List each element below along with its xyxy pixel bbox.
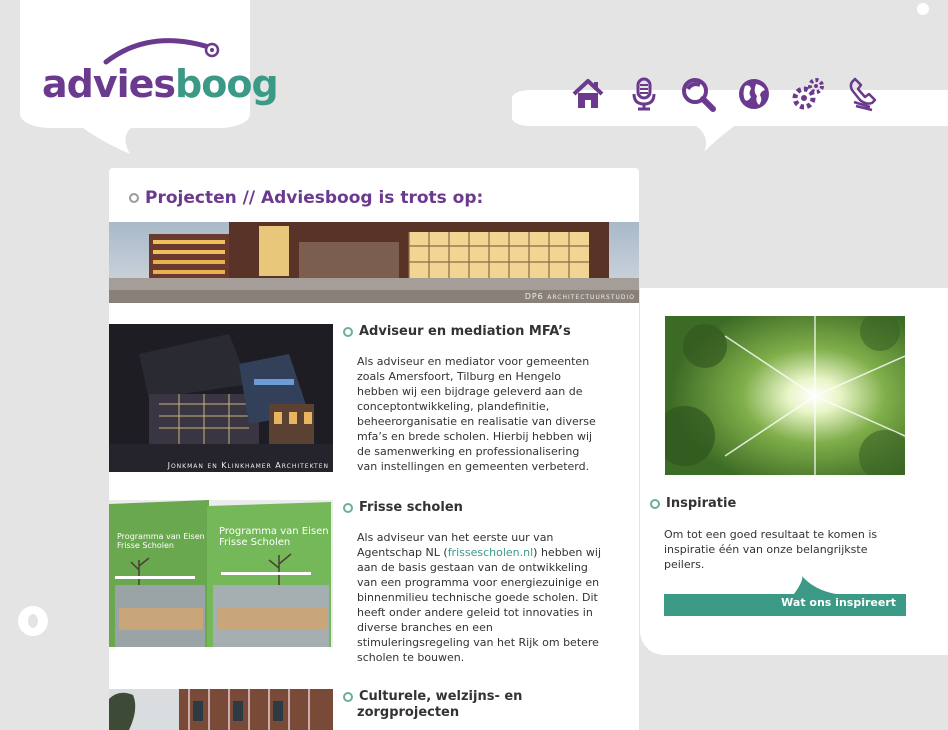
bullet-icon — [343, 326, 353, 337]
cover-title-line2: Frisse Scholen — [219, 537, 291, 548]
globe-icon[interactable] — [736, 76, 772, 112]
banner-credit: DP6 architectuurstudio — [524, 292, 635, 301]
logo-text-boog: boog — [175, 62, 279, 106]
inspiratie-title[interactable]: Inspiratie — [650, 496, 736, 511]
gears-icon[interactable] — [790, 76, 826, 112]
page-title-text: Projecten // Adviesboog is trots op: — [145, 188, 484, 208]
project-description-mfa: Als adviseur en mediator voor gemeenten … — [357, 355, 596, 473]
nav-bubble-tail — [690, 122, 740, 152]
project-title-text: zorgprojecten — [357, 705, 460, 720]
bullet-icon — [650, 498, 660, 509]
project-image-culturele — [109, 689, 333, 730]
search-icon[interactable] — [680, 76, 716, 112]
project-title-text: Frisse scholen — [359, 500, 463, 515]
project-description-frisse-scholen: Als adviseur van het eerste uur van Agen… — [357, 530, 602, 665]
cover-title-line2: Frisse Scholen — [117, 541, 174, 550]
frissescholen-link[interactable]: frissescholen.nl — [448, 546, 533, 559]
logo[interactable]: adviesboog — [42, 62, 279, 106]
inspiratie-title-text: Inspiratie — [666, 496, 737, 511]
cover-title-line1: Programma van Eisen — [117, 532, 205, 541]
project-title-text: Culturele, welzijns- en — [359, 689, 523, 704]
project-title-culturele[interactable]: Culturele, welzijns- en zorgprojecten — [343, 689, 522, 721]
bullet-icon — [343, 502, 353, 513]
inspiratie-button-label: Wat ons inspireert — [781, 596, 896, 609]
project-title-text: Adviseur en mediation MFA’s — [359, 324, 571, 339]
decorative-dot — [18, 606, 48, 636]
bullet-icon — [343, 691, 353, 702]
project-title-frisse-scholen[interactable]: Frisse scholen — [343, 500, 463, 515]
project-title-mfa[interactable]: Adviseur en mediation MFA’s — [343, 324, 571, 339]
page-title: Projecten // Adviesboog is trots op: — [129, 188, 483, 208]
cover-text-1: Programma van Eisen Frisse Scholen — [117, 532, 205, 550]
description-text: ) hebben wij aan de basis gestaan van de… — [357, 546, 602, 664]
cover-text-2: Programma van Eisen Frisse Scholen — [219, 526, 329, 548]
bullet-icon — [129, 193, 139, 203]
inspiratie-text: Om tot een goed resultaat te komen is in… — [664, 528, 878, 571]
microphone-icon[interactable] — [626, 76, 662, 112]
project-image-frisse-scholen: Programma van Eisen Frisse Scholen Progr… — [109, 500, 333, 647]
logo-bubble-tail — [78, 124, 138, 154]
phone-icon[interactable] — [846, 76, 882, 112]
inspiratie-button[interactable]: Wat ons inspireert — [664, 576, 906, 616]
inspiratie-image — [665, 316, 905, 475]
logo-arc-icon — [103, 38, 220, 65]
home-icon[interactable] — [570, 76, 606, 112]
logo-text-advies: advies — [42, 62, 176, 106]
project-image-mfa: Jonkman en Klinkhamer Architekten — [109, 324, 333, 472]
corner-dot — [917, 3, 929, 15]
project-image-credit: Jonkman en Klinkhamer Architekten — [167, 461, 329, 470]
banner-image: DP6 architectuurstudio — [109, 222, 639, 303]
cover-title-line1: Programma van Eisen — [219, 526, 329, 537]
